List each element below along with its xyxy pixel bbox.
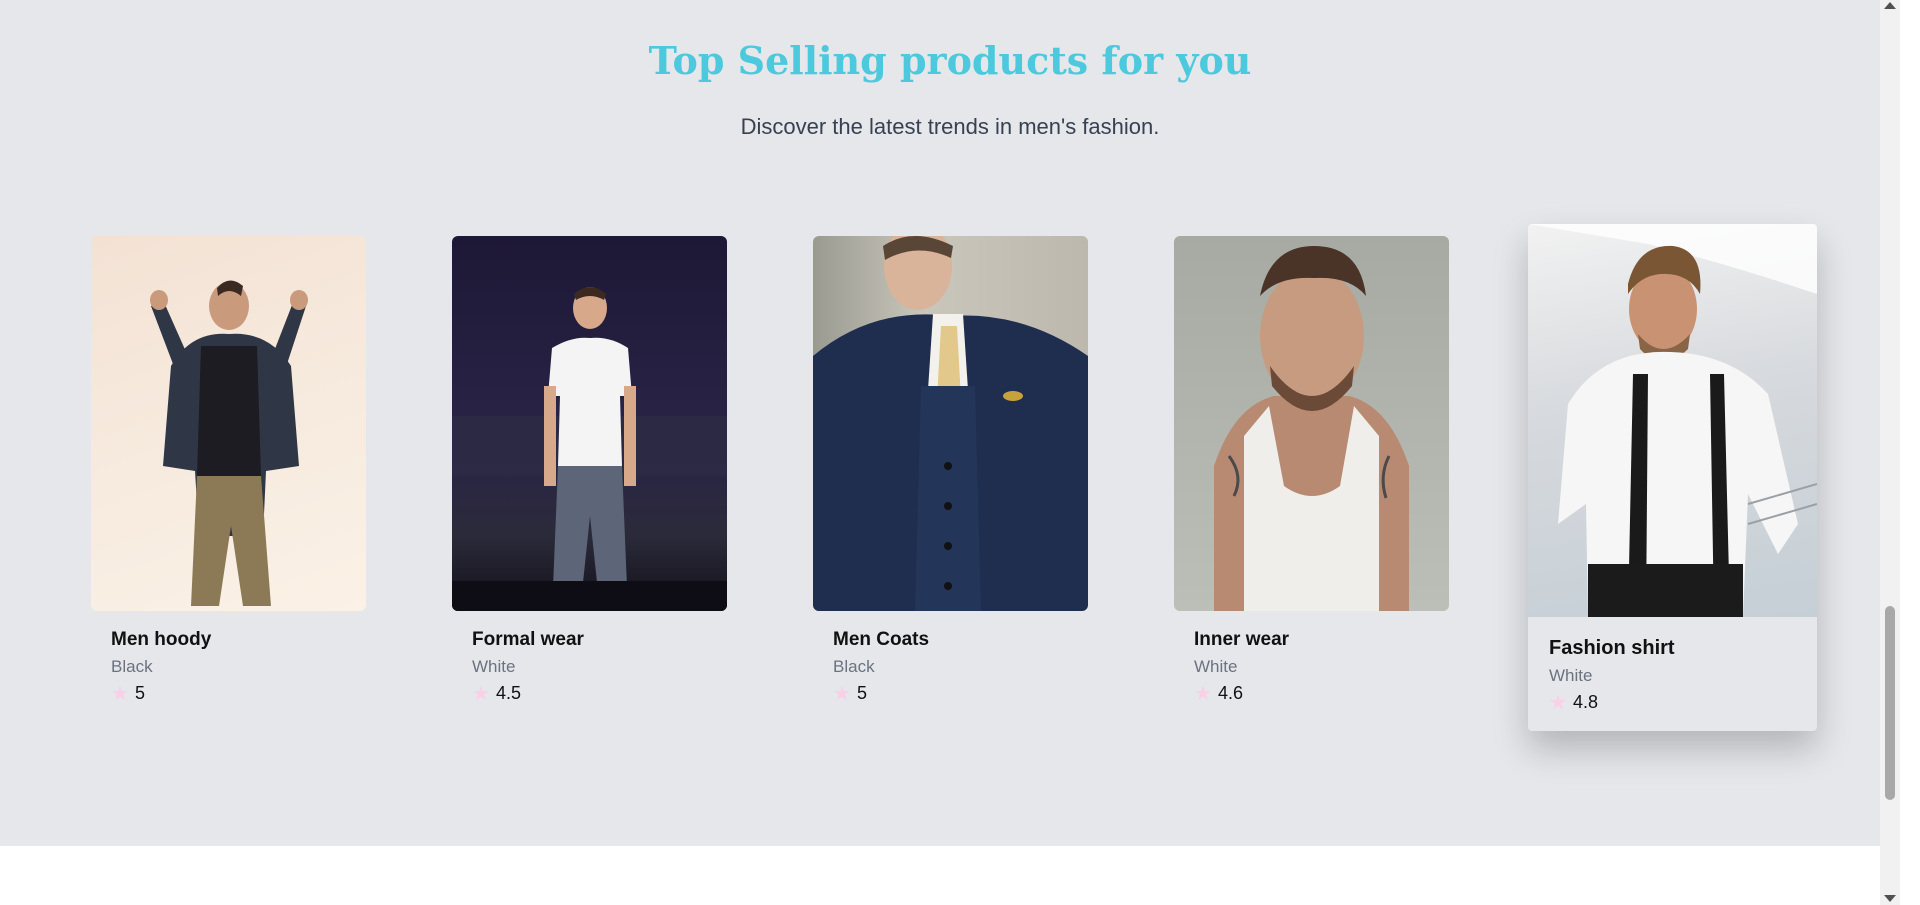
rating-value: 4.5 [495, 683, 521, 703]
product-image[interactable] [1174, 236, 1449, 611]
product-name[interactable]: Formal wear [472, 629, 707, 651]
product-name[interactable]: Inner wear [1194, 629, 1429, 651]
product-image[interactable] [91, 236, 366, 611]
product-rating: ★ 5 [833, 683, 1068, 704]
product-color: White [1549, 666, 1593, 685]
rating-value: 5 [856, 683, 867, 703]
star-icon: ★ [1549, 691, 1567, 714]
page: Top Selling products for you Discover th… [0, 0, 1900, 905]
rating-value: 5 [134, 683, 145, 703]
product-photo-illustration [1528, 224, 1817, 617]
product-image[interactable] [813, 236, 1088, 611]
product-color: White [472, 657, 516, 676]
product-photo-illustration [452, 287, 727, 611]
product-color: Black [111, 657, 153, 676]
product-rating: ★ 5 [111, 683, 346, 704]
product-name[interactable]: Men Coats [833, 629, 1068, 651]
product-name[interactable]: Men hoody [111, 629, 346, 651]
product-card[interactable]: Fashion shirt White ★ 4.8 [1528, 224, 1817, 731]
product-photo-illustration [813, 236, 1088, 611]
product-rating: ★ 4.6 [1194, 683, 1429, 704]
rating-value: 4.6 [1217, 683, 1243, 703]
scroll-down-arrow-icon[interactable] [1884, 895, 1896, 902]
product-card[interactable]: Men Coats Black ★ 5 [813, 236, 1088, 704]
top-selling-section: Top Selling products for you Discover th… [0, 0, 1900, 846]
product-rating: ★ 4.5 [472, 683, 707, 704]
product-photo-illustration [150, 280, 308, 606]
section-subtitle: Discover the latest trends in men's fash… [740, 114, 1160, 139]
star-icon: ★ [1194, 682, 1212, 705]
product-photo-illustration [1214, 246, 1409, 611]
product-rating: ★ 4.8 [1549, 692, 1796, 713]
product-color: Black [833, 657, 875, 676]
star-icon: ★ [833, 682, 851, 705]
product-name[interactable]: Fashion shirt [1549, 637, 1796, 660]
vertical-scrollbar[interactable] [1880, 0, 1900, 905]
scroll-thumb[interactable] [1885, 606, 1895, 800]
star-icon: ★ [111, 682, 129, 705]
star-icon: ★ [472, 682, 490, 705]
product-image[interactable] [452, 236, 727, 611]
product-card[interactable]: Inner wear White ★ 4.6 [1174, 236, 1449, 704]
product-color: White [1194, 657, 1238, 676]
scroll-up-arrow-icon[interactable] [1884, 2, 1896, 9]
product-card[interactable]: Formal wear White ★ 4.5 [452, 236, 727, 704]
product-card[interactable]: Men hoody Black ★ 5 [91, 236, 366, 704]
section-title: Top Selling products for you [648, 38, 1252, 83]
rating-value: 4.8 [1572, 692, 1598, 712]
product-image[interactable] [1528, 224, 1817, 617]
